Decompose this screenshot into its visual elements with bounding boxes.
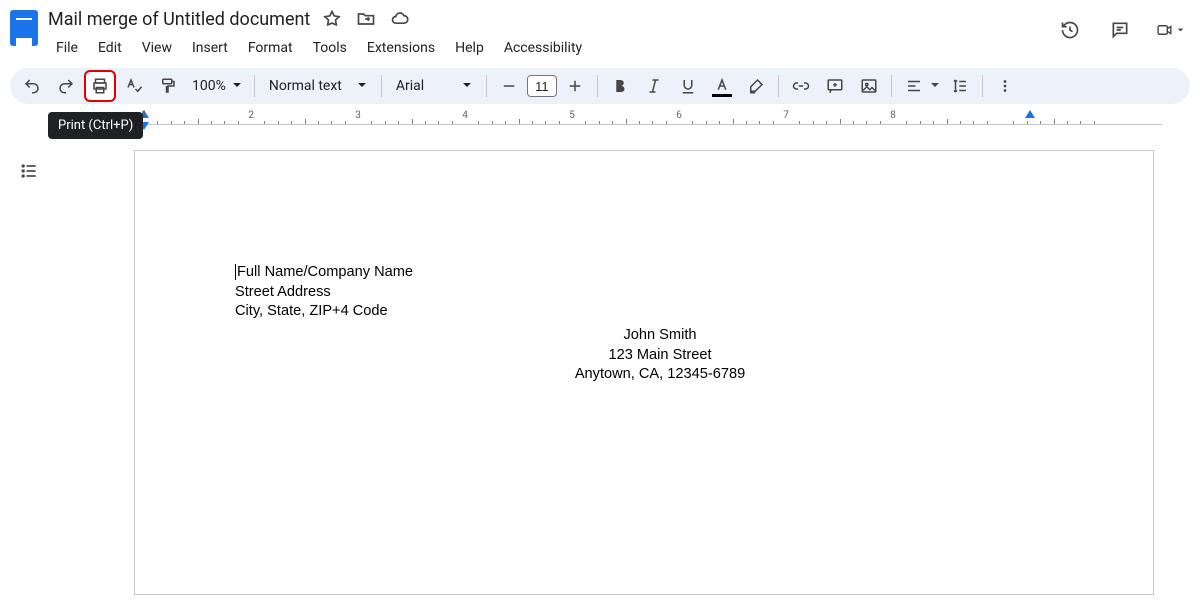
menu-accessibility[interactable]: Accessibility — [496, 36, 590, 60]
separator — [891, 75, 892, 97]
document-title[interactable]: Mail merge of Untitled document — [48, 9, 310, 30]
caret-down-icon — [462, 78, 472, 94]
cloud-status-icon[interactable] — [388, 7, 412, 31]
horizontal-ruler[interactable]: 12345678 — [62, 112, 1162, 132]
history-icon[interactable] — [1056, 16, 1084, 44]
separator — [778, 75, 779, 97]
styles-dropdown[interactable]: Normal text — [263, 78, 373, 94]
show-outline-button[interactable] — [14, 156, 44, 186]
menu-edit[interactable]: Edit — [90, 36, 130, 60]
meet-button[interactable] — [1156, 16, 1184, 44]
zoom-dropdown[interactable]: 100% — [188, 78, 246, 94]
bold-button[interactable] — [606, 72, 634, 100]
menu-help[interactable]: Help — [447, 36, 492, 60]
insert-link-button[interactable] — [787, 72, 815, 100]
menu-extensions[interactable]: Extensions — [359, 36, 443, 60]
ruler-label: 5 — [569, 110, 575, 121]
print-tooltip: Print (Ctrl+P) — [48, 112, 143, 139]
redo-button[interactable] — [52, 72, 80, 100]
font-dropdown[interactable]: Arial — [390, 78, 478, 94]
ruler-label: 8 — [890, 110, 896, 121]
menu-file[interactable]: File — [48, 36, 86, 60]
font-size-input[interactable] — [527, 75, 557, 97]
caret-down-icon — [930, 78, 940, 94]
recipient-address-block[interactable]: John Smith 123 Main Street Anytown, CA, … — [550, 326, 770, 385]
align-dropdown[interactable] — [900, 72, 928, 100]
menu-view[interactable]: View — [134, 36, 180, 60]
print-button[interactable] — [86, 72, 114, 100]
undo-button[interactable] — [18, 72, 46, 100]
increase-font-size-button[interactable] — [561, 72, 589, 100]
comments-icon[interactable] — [1106, 16, 1134, 44]
ruler-label: 6 — [676, 110, 682, 121]
sender-line-3: City, State, ZIP+4 Code — [235, 302, 413, 322]
ruler-label: 2 — [248, 110, 254, 121]
text-color-button[interactable] — [708, 72, 736, 100]
spellcheck-button[interactable] — [120, 72, 148, 100]
sender-line-1: Full Name/Company Name — [237, 264, 413, 280]
recipient-line-1: John Smith — [550, 326, 770, 346]
ruler-label: 4 — [462, 110, 468, 121]
menu-bar: File Edit View Insert Format Tools Exten… — [48, 36, 590, 60]
recipient-line-2: 123 Main Street — [550, 346, 770, 366]
document-page[interactable]: Full Name/Company Name Street Address Ci… — [134, 150, 1154, 595]
font-value: Arial — [396, 78, 424, 94]
sender-line-2: Street Address — [235, 283, 413, 303]
separator — [597, 75, 598, 97]
menu-tools[interactable]: Tools — [305, 36, 355, 60]
ruler-label: 3 — [355, 110, 361, 121]
caret-down-icon — [357, 78, 367, 94]
separator — [381, 75, 382, 97]
paint-format-button[interactable] — [154, 72, 182, 100]
ruler-label: 7 — [783, 110, 789, 121]
recipient-line-3: Anytown, CA, 12345-6789 — [550, 365, 770, 385]
caret-down-icon — [232, 78, 242, 94]
separator — [254, 75, 255, 97]
more-button[interactable] — [991, 72, 1019, 100]
separator — [486, 75, 487, 97]
toolbar: 100% Normal text Arial — [10, 68, 1190, 104]
zoom-value: 100% — [192, 78, 226, 94]
title-bar: Mail merge of Untitled document File Edi… — [0, 0, 1200, 62]
separator — [982, 75, 983, 97]
line-spacing-button[interactable] — [946, 72, 974, 100]
move-folder-icon[interactable] — [354, 7, 378, 31]
highlight-color-button[interactable] — [742, 72, 770, 100]
add-comment-button[interactable] — [821, 72, 849, 100]
star-icon[interactable] — [320, 7, 344, 31]
style-value: Normal text — [269, 78, 342, 94]
italic-button[interactable] — [640, 72, 668, 100]
menu-insert[interactable]: Insert — [184, 36, 236, 60]
docs-logo-icon[interactable] — [10, 10, 38, 46]
insert-image-button[interactable] — [855, 72, 883, 100]
menu-format[interactable]: Format — [240, 36, 301, 60]
decrease-font-size-button[interactable] — [495, 72, 523, 100]
sender-address-block[interactable]: Full Name/Company Name Street Address Ci… — [235, 263, 413, 322]
underline-button[interactable] — [674, 72, 702, 100]
